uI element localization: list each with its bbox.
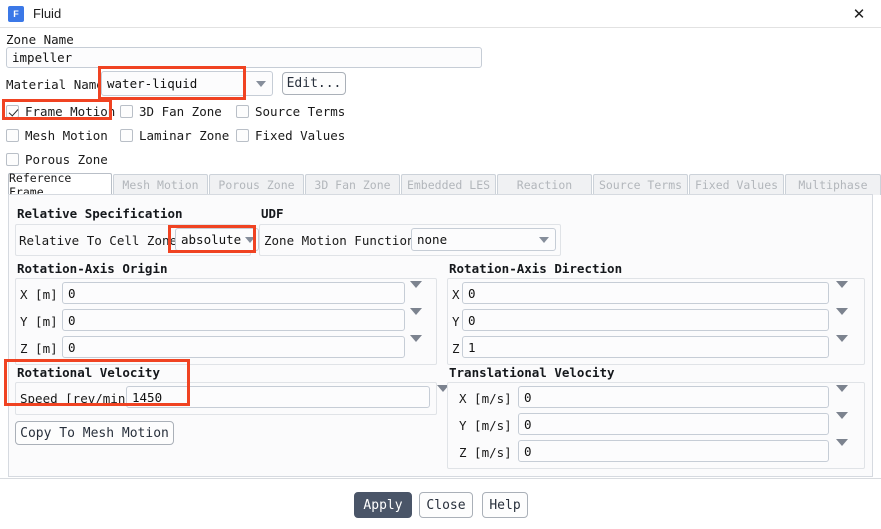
fluid-dialog: F Fluid ✕ Zone Name impeller Material Na… [0, 0, 881, 529]
rao-y-spinner[interactable] [410, 308, 422, 334]
rao-y-label: Y [m] [20, 314, 58, 329]
tv-y-input[interactable]: 0 [518, 413, 829, 435]
checkbox-fixed-values[interactable]: Fixed Values [236, 128, 345, 143]
tab-3d-fan-zone[interactable]: 3D Fan Zone [305, 174, 400, 195]
checkbox-3d-fan-zone-label: 3D Fan Zone [139, 104, 222, 119]
checkbox-porous-zone[interactable]: Porous Zone [6, 152, 108, 167]
checkbox-source-terms[interactable]: Source Terms [236, 104, 345, 119]
checkbox-3d-fan-zone-box[interactable] [120, 105, 133, 118]
window-title: Fluid [33, 6, 62, 21]
tab-mesh-motion[interactable]: Mesh Motion [113, 174, 208, 195]
tv-y-label: Y [m/s] [459, 418, 512, 433]
chevron-down-icon[interactable] [533, 229, 555, 250]
zone-motion-function-value: none [417, 232, 448, 247]
rad-x-label: X [452, 287, 460, 302]
rotational-velocity-title: Rotational Velocity [17, 365, 160, 380]
relative-to-cell-zone-label: Relative To Cell Zone [19, 233, 178, 248]
tv-y-spinner[interactable] [836, 412, 848, 438]
footer-separator [0, 478, 881, 479]
close-icon[interactable]: ✕ [837, 0, 881, 28]
material-name-label: Material Name [6, 77, 104, 92]
checkbox-mesh-motion-label: Mesh Motion [25, 128, 108, 143]
udf-title: UDF [261, 206, 284, 221]
checkbox-laminar-zone-box[interactable] [120, 129, 133, 142]
rad-x-input[interactable]: 0 [462, 282, 829, 304]
reference-frame-panel: Relative Specification Relative To Cell … [8, 194, 873, 477]
apply-button[interactable]: Apply [354, 492, 412, 518]
tab-reaction[interactable]: Reaction [497, 174, 592, 195]
titlebar: F Fluid ✕ [0, 0, 881, 28]
zone-motion-function-combo[interactable]: none [411, 228, 556, 251]
tv-z-spinner[interactable] [836, 439, 848, 465]
tabstrip: Reference Frame Mesh Motion Porous Zone … [8, 171, 881, 199]
tab-reference-frame[interactable]: Reference Frame [8, 171, 112, 199]
rao-x-spinner[interactable] [410, 281, 422, 307]
app-icon: F [8, 5, 24, 22]
zone-name-label: Zone Name [6, 32, 74, 47]
close-button[interactable]: Close [419, 492, 473, 518]
checkbox-frame-motion[interactable]: Frame Motion [6, 104, 115, 119]
checkbox-laminar-zone[interactable]: Laminar Zone [120, 128, 229, 143]
relative-specification-title: Relative Specification [17, 206, 183, 221]
tab-multiphase[interactable]: Multiphase [785, 174, 881, 195]
tab-fixed-values[interactable]: Fixed Values [689, 174, 784, 195]
rad-z-spinner[interactable] [836, 335, 848, 361]
relative-to-cell-zone-value: absolute [181, 232, 242, 247]
checkbox-source-terms-box[interactable] [236, 105, 249, 118]
checkbox-porous-zone-label: Porous Zone [25, 152, 108, 167]
zone-motion-function-label: Zone Motion Function [264, 233, 415, 248]
rad-y-label: Y [452, 314, 460, 329]
checkbox-fixed-values-box[interactable] [236, 129, 249, 142]
rad-y-input[interactable]: 0 [462, 309, 829, 331]
rad-z-input[interactable]: 1 [462, 336, 829, 358]
material-name-value: water-liquid [107, 76, 198, 91]
checkbox-fixed-values-label: Fixed Values [255, 128, 346, 143]
rao-x-input[interactable]: 0 [62, 282, 405, 304]
tab-embedded-les[interactable]: Embedded LES [401, 174, 496, 195]
checkbox-mesh-motion-box[interactable] [6, 129, 19, 142]
checkbox-mesh-motion[interactable]: Mesh Motion [6, 128, 108, 143]
checkbox-3d-fan-zone[interactable]: 3D Fan Zone [120, 104, 222, 119]
material-name-combo[interactable]: water-liquid [101, 71, 273, 96]
edit-button[interactable]: Edit... [282, 72, 346, 95]
copy-to-mesh-motion-button[interactable]: Copy To Mesh Motion [15, 421, 174, 445]
help-button[interactable]: Help [482, 492, 528, 518]
tv-z-input[interactable]: 0 [518, 440, 829, 462]
rotation-axis-direction-title: Rotation-Axis Direction [449, 261, 623, 276]
tab-source-terms[interactable]: Source Terms [593, 174, 688, 195]
speed-input[interactable]: 1450 [126, 386, 430, 408]
tab-porous-zone[interactable]: Porous Zone [209, 174, 304, 195]
relative-to-cell-zone-combo[interactable]: absolute [175, 228, 259, 251]
rotation-axis-origin-title: Rotation-Axis Origin [17, 261, 168, 276]
tv-x-label: X [m/s] [459, 391, 512, 406]
tv-x-spinner[interactable] [836, 385, 848, 411]
rao-y-input[interactable]: 0 [62, 309, 405, 331]
checkbox-porous-zone-box[interactable] [6, 153, 19, 166]
rao-z-spinner[interactable] [410, 335, 422, 361]
chevron-down-icon[interactable] [241, 229, 258, 250]
checkbox-frame-motion-box[interactable] [6, 105, 19, 118]
chevron-down-icon[interactable] [250, 72, 272, 95]
checkbox-source-terms-label: Source Terms [255, 104, 346, 119]
rao-z-label: Z [m] [20, 341, 58, 356]
checkbox-frame-motion-label: Frame Motion [25, 104, 116, 119]
rad-z-label: Z [452, 341, 460, 356]
rad-y-spinner[interactable] [836, 308, 848, 334]
tv-z-label: Z [m/s] [459, 445, 512, 460]
rad-x-spinner[interactable] [836, 281, 848, 307]
translational-velocity-title: Translational Velocity [449, 365, 615, 380]
checkbox-laminar-zone-label: Laminar Zone [139, 128, 230, 143]
speed-label: Speed [rev/min] [20, 391, 133, 406]
zone-name-input[interactable]: impeller [6, 47, 482, 68]
rao-z-input[interactable]: 0 [62, 336, 405, 358]
tv-x-input[interactable]: 0 [518, 386, 829, 408]
rao-x-label: X [m] [20, 287, 58, 302]
